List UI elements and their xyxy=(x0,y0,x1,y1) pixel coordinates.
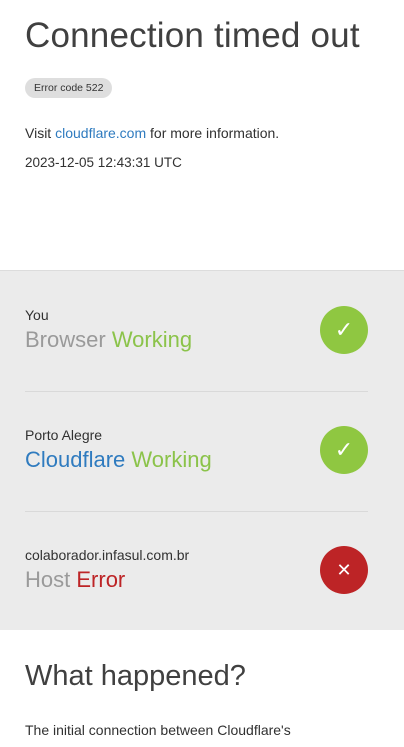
visit-prefix: Visit xyxy=(25,125,56,141)
row-location: You xyxy=(25,307,49,323)
error-code-badge: Error code 522 xyxy=(25,78,113,98)
cloudflare-link[interactable]: cloudflare.com xyxy=(55,125,146,141)
timestamp: 2023-12-05 12:43:31 UTC xyxy=(25,155,182,170)
check-icon: ✓ xyxy=(320,426,368,474)
row-main: Host Error xyxy=(25,567,125,593)
close-icon: ✕ xyxy=(320,546,368,594)
row-label: Host xyxy=(25,567,71,592)
row-location: Porto Alegre xyxy=(25,427,103,443)
status-row-cloudflare: Porto Alegre Cloudflare Working ✓ xyxy=(0,391,404,511)
visit-suffix: for more information. xyxy=(146,125,280,141)
status-row-host: colaborador.infasul.com.br Host Error ✕ xyxy=(0,511,404,631)
row-status: Working xyxy=(131,447,212,472)
status-panel: You Browser Working ✓ Porto Alegre Cloud… xyxy=(0,270,404,630)
row-location: colaborador.infasul.com.br xyxy=(25,547,190,563)
what-happened-text: The initial connection between Cloudflar… xyxy=(25,722,291,738)
page-title: Connection timed out xyxy=(25,16,360,55)
check-icon: ✓ xyxy=(320,306,368,354)
row-main: Cloudflare Working xyxy=(25,447,212,473)
row-status: Error xyxy=(76,567,126,592)
what-happened-heading: What happened? xyxy=(25,660,246,692)
row-label: Browser xyxy=(25,327,106,352)
error-page: Connection timed out Error code 522 Visi… xyxy=(0,0,404,747)
error-header: Connection timed out Error code 522 Visi… xyxy=(0,0,404,258)
visit-text: Visit cloudflare.com for more informatio… xyxy=(25,125,379,141)
row-status: Working xyxy=(111,327,193,352)
status-row-browser: You Browser Working ✓ xyxy=(0,271,404,391)
row-label: Cloudflare xyxy=(25,447,126,472)
row-main: Browser Working xyxy=(25,327,192,353)
